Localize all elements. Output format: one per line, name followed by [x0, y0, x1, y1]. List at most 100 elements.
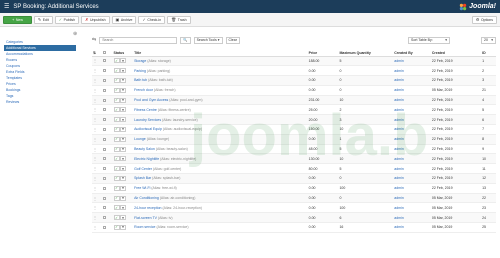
row-checkbox[interactable] — [103, 196, 107, 200]
created-by-link[interactable]: admin — [394, 225, 404, 229]
actions-dropdown-icon[interactable]: ▾ — [120, 215, 127, 221]
actions-dropdown-icon[interactable]: ▾ — [120, 146, 127, 152]
drag-handle[interactable]: ⋮ — [92, 65, 103, 77]
actions-dropdown-icon[interactable]: ▾ — [120, 97, 127, 103]
title-link[interactable]: Audiovisual Equip — [134, 127, 162, 131]
row-checkbox[interactable] — [103, 108, 107, 112]
drag-handle[interactable]: ⋮ — [92, 193, 103, 204]
published-toggle-icon[interactable]: ✓ — [113, 205, 120, 211]
drag-handle[interactable]: ⋮ — [92, 163, 103, 175]
published-toggle-icon[interactable]: ✓ — [113, 126, 120, 132]
title-link[interactable]: Lounge — [134, 137, 146, 141]
options-button[interactable]: ⚙ Options — [471, 15, 497, 24]
row-checkbox[interactable] — [103, 98, 107, 102]
row-checkbox[interactable] — [103, 128, 107, 132]
published-toggle-icon[interactable]: ✓ — [113, 156, 120, 162]
row-checkbox[interactable] — [103, 167, 107, 171]
drag-handle[interactable]: ⋮ — [92, 173, 103, 184]
drag-handle[interactable]: ⋮ — [92, 124, 103, 135]
archive-button[interactable]: ▣ Archive — [111, 15, 137, 24]
created-by-link[interactable]: admin — [394, 78, 404, 82]
published-toggle-icon[interactable]: ✓ — [113, 58, 120, 64]
title-link[interactable]: 24-hour reception — [134, 206, 161, 210]
actions-dropdown-icon[interactable]: ▾ — [120, 156, 127, 162]
created-by-link[interactable]: admin — [394, 88, 404, 92]
drag-handle[interactable]: ⋮ — [92, 114, 103, 126]
published-toggle-icon[interactable]: ✓ — [113, 175, 120, 181]
created-by-link[interactable]: admin — [394, 206, 404, 210]
drag-handle[interactable]: ⋮ — [92, 212, 103, 224]
drag-handle[interactable]: ⋮ — [92, 202, 103, 214]
created-by-link[interactable]: admin — [394, 127, 404, 131]
joomla-logo[interactable]: Joomla! — [459, 3, 496, 11]
title-link[interactable]: Pool and Gym Access — [134, 98, 168, 102]
created-by-link[interactable]: admin — [394, 69, 404, 73]
created-by-link[interactable]: admin — [394, 196, 404, 200]
title-link[interactable]: Beauty Salon — [134, 147, 155, 151]
created-by-link[interactable]: admin — [394, 59, 404, 63]
actions-dropdown-icon[interactable]: ▾ — [120, 136, 127, 142]
row-checkbox[interactable] — [103, 216, 107, 220]
actions-dropdown-icon[interactable]: ▾ — [120, 126, 127, 132]
published-toggle-icon[interactable]: ✓ — [113, 87, 120, 93]
row-checkbox[interactable] — [103, 88, 107, 92]
row-checkbox[interactable] — [103, 177, 107, 181]
drag-handle[interactable]: ⋮ — [92, 95, 103, 106]
published-toggle-icon[interactable]: ✓ — [113, 107, 120, 113]
actions-dropdown-icon[interactable]: ▾ — [120, 195, 127, 201]
limit-select[interactable]: 20 ▾ — [481, 36, 496, 44]
row-checkbox[interactable] — [103, 157, 107, 161]
title-link[interactable]: Laundry Services — [134, 118, 161, 122]
drag-handle[interactable]: ⋮ — [92, 153, 103, 165]
actions-dropdown-icon[interactable]: ▾ — [120, 58, 127, 64]
drag-handle[interactable]: ⋮ — [92, 144, 103, 155]
published-toggle-icon[interactable]: ✓ — [113, 146, 120, 152]
drag-handle[interactable]: ⋮ — [92, 134, 103, 145]
created-by-link[interactable]: admin — [394, 147, 404, 151]
title-link[interactable]: Flat-screen TV — [134, 216, 157, 220]
published-toggle-icon[interactable]: ✓ — [113, 166, 120, 172]
title-link[interactable]: Free Wi-Fi — [134, 186, 150, 190]
title-link[interactable]: Room service — [134, 225, 155, 229]
title-link[interactable]: Bath tub — [134, 78, 147, 82]
unpublish-button[interactable]: ✗ Unpublish — [81, 15, 110, 24]
title-link[interactable]: Splash Bar — [134, 176, 151, 180]
published-toggle-icon[interactable]: ✓ — [113, 136, 120, 142]
row-checkbox[interactable] — [103, 137, 107, 141]
new-button[interactable]: + New — [3, 15, 32, 24]
drag-handle[interactable]: ⋮ — [92, 222, 103, 233]
publish-button[interactable]: ✓ Publish — [54, 15, 80, 24]
published-toggle-icon[interactable]: ✓ — [113, 97, 120, 103]
row-checkbox[interactable] — [103, 118, 107, 122]
sidebar-toggle-icon[interactable]: ⊕ — [73, 31, 77, 37]
drag-handle[interactable]: ⋮ — [92, 75, 103, 86]
created-by-link[interactable]: admin — [394, 137, 404, 141]
created-by-link[interactable]: admin — [394, 98, 404, 102]
title-link[interactable]: Storage — [134, 59, 146, 63]
created-by-link[interactable]: admin — [394, 186, 404, 190]
select-all-checkbox[interactable] — [103, 51, 107, 55]
created-by-link[interactable]: admin — [394, 216, 404, 220]
row-checkbox[interactable] — [103, 147, 107, 151]
actions-dropdown-icon[interactable]: ▾ — [120, 224, 127, 230]
edit-button[interactable]: ✎ Edit — [33, 15, 53, 24]
checkin-button[interactable]: ✓ Check-in — [138, 15, 166, 24]
published-toggle-icon[interactable]: ✓ — [113, 195, 120, 201]
sidebar-collapse-icon[interactable]: ⇆ — [92, 37, 96, 43]
actions-dropdown-icon[interactable]: ▾ — [120, 185, 127, 191]
title-link[interactable]: Fitness Centre — [134, 108, 157, 112]
title-link[interactable]: Golf Center — [134, 167, 152, 171]
title-link[interactable]: Parking — [134, 69, 146, 73]
actions-dropdown-icon[interactable]: ▾ — [120, 107, 127, 113]
actions-dropdown-icon[interactable]: ▾ — [120, 205, 127, 211]
drag-handle[interactable]: ⋮ — [92, 85, 103, 96]
created-by-link[interactable]: admin — [394, 118, 404, 122]
row-checkbox[interactable] — [103, 69, 107, 73]
row-checkbox[interactable] — [103, 206, 107, 210]
drag-handle[interactable]: ⋮ — [92, 104, 103, 116]
row-checkbox[interactable] — [103, 186, 107, 190]
drag-handle[interactable]: ⋮ — [92, 56, 103, 67]
actions-dropdown-icon[interactable]: ▾ — [120, 87, 127, 93]
search-tools-button[interactable]: Search Tools ▾ — [193, 36, 223, 44]
title-link[interactable]: Air Conditioning — [134, 196, 159, 200]
